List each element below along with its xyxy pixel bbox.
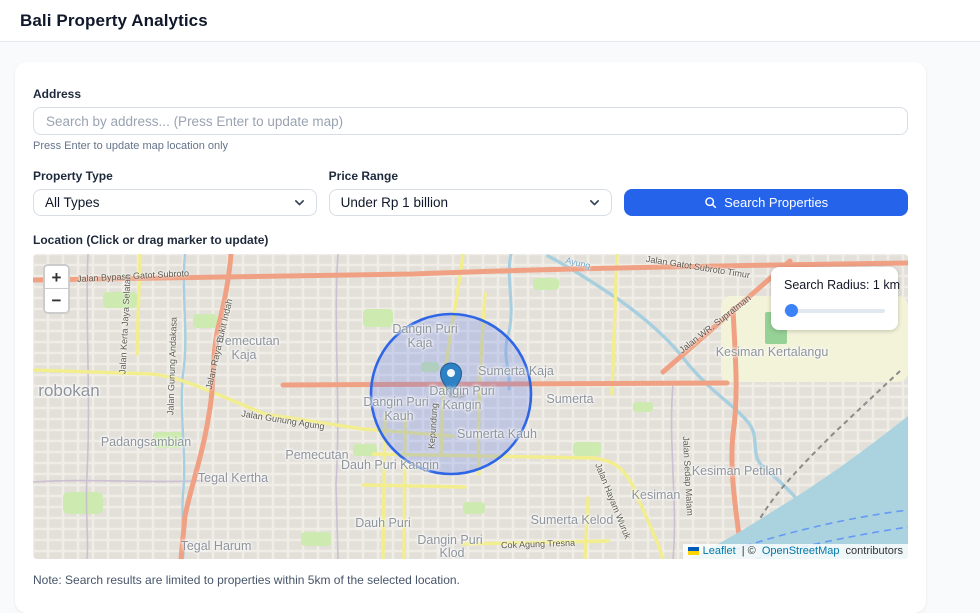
price-range-value: Under Rp 1 billion [341, 195, 448, 210]
attribution-divider: | © [739, 545, 759, 557]
leaflet-link[interactable]: Leaflet [703, 545, 736, 557]
location-label: Location (Click or drag marker to update… [33, 233, 908, 247]
chevron-down-icon [588, 196, 601, 209]
address-label: Address [33, 87, 908, 101]
address-search-input[interactable] [33, 107, 908, 135]
search-properties-button[interactable]: Search Properties [624, 189, 908, 216]
slider-thumb[interactable] [785, 304, 798, 317]
openstreetmap-link[interactable]: OpenStreetMap [762, 545, 840, 557]
zoom-out-button[interactable]: − [45, 289, 68, 312]
price-range-field: Price Range Under Rp 1 billion [329, 169, 613, 216]
property-type-field: Property Type All Types [33, 169, 317, 216]
note-text: Note: Search results are limited to prop… [33, 573, 908, 587]
map[interactable]: PemecutanKajarobokanPadangsambianPemecut… [33, 254, 908, 559]
price-range-select[interactable]: Under Rp 1 billion [329, 189, 613, 216]
address-helper-text: Press Enter to update map location only [33, 140, 908, 152]
property-type-label: Property Type [33, 169, 317, 183]
attribution-suffix: contributors [842, 545, 903, 557]
property-type-value: All Types [45, 195, 100, 210]
search-icon [704, 196, 717, 209]
map-zoom-control: + − [43, 264, 70, 314]
search-radius-panel: Search Radius: 1 km [771, 267, 898, 330]
search-button-label: Search Properties [724, 195, 828, 210]
ukraine-flag-icon [688, 547, 699, 555]
radius-slider[interactable] [784, 304, 885, 317]
zoom-in-button[interactable]: + [45, 266, 68, 289]
app-header: Bali Property Analytics [0, 0, 980, 42]
search-panel-card: Address Press Enter to update map locati… [15, 62, 926, 613]
map-attribution: Leaflet | © OpenStreetMap contributors [683, 544, 908, 559]
chevron-down-icon [293, 196, 306, 209]
price-range-label: Price Range [329, 169, 613, 183]
search-radius-label: Search Radius: 1 km [784, 278, 885, 292]
controls-row: Property Type All Types Price Range Unde… [33, 169, 908, 216]
page-title: Bali Property Analytics [20, 11, 208, 31]
property-type-select[interactable]: All Types [33, 189, 317, 216]
slider-track [784, 309, 885, 313]
